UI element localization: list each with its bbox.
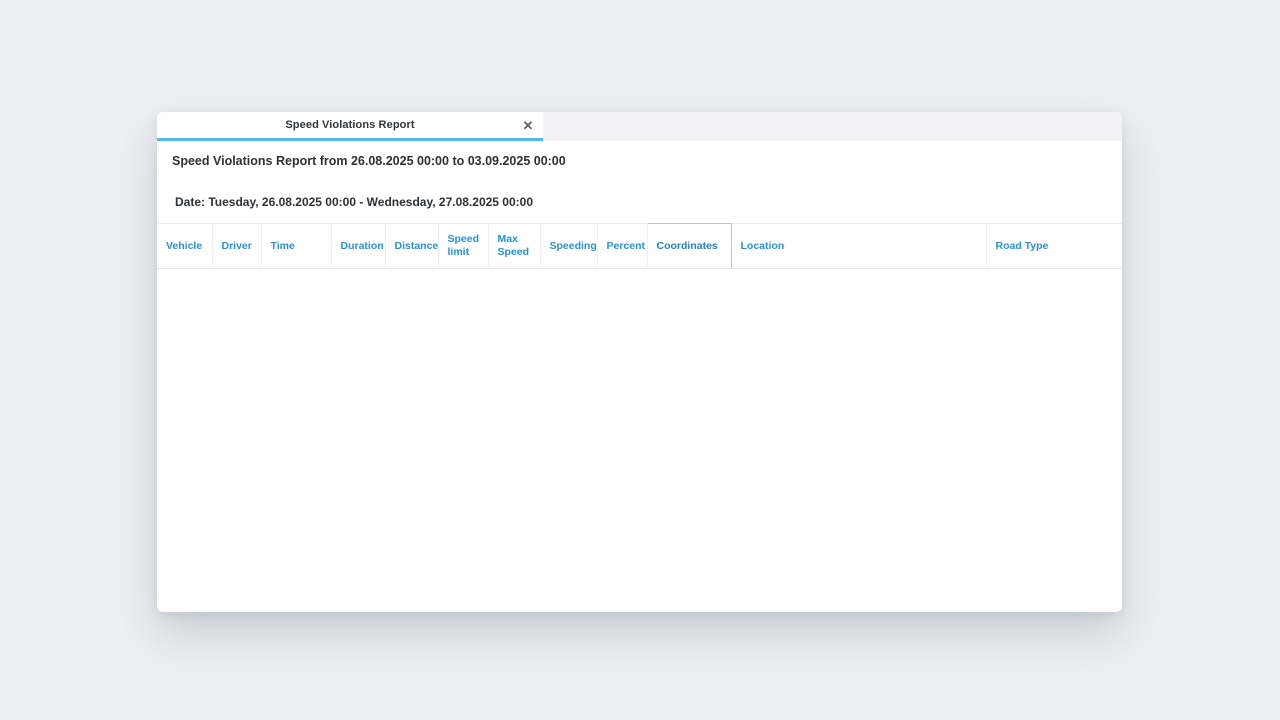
table-header-row: VehicleDriverTimeDurationDistanceSpeed l…	[157, 224, 1122, 269]
column-header-percent[interactable]: Percent	[597, 224, 647, 269]
column-header-speeding[interactable]: Speeding	[540, 224, 597, 269]
report-body: Speed Violations Report from 26.08.2025 …	[157, 141, 1122, 612]
tab-strip-empty	[543, 112, 1122, 141]
column-header-max-speed[interactable]: Max Speed	[488, 224, 540, 269]
column-header-distance[interactable]: Distance	[385, 224, 438, 269]
report-window: Speed Violations Report ✕ Speed Violatio…	[157, 112, 1122, 612]
report-date-range: Date: Tuesday, 26.08.2025 00:00 - Wednes…	[175, 195, 1122, 209]
tab-title: Speed Violations Report	[285, 119, 414, 131]
close-icon[interactable]: ✕	[520, 117, 536, 133]
column-header-time[interactable]: Time	[261, 224, 331, 269]
report-title: Speed Violations Report from 26.08.2025 …	[172, 154, 1122, 168]
column-header-driver[interactable]: Driver	[212, 224, 261, 269]
tab-speed-violations-report[interactable]: Speed Violations Report ✕	[157, 112, 543, 141]
column-header-location[interactable]: Location	[731, 224, 986, 269]
column-header-coordinates[interactable]: Coordinates	[647, 224, 731, 269]
column-header-vehicle[interactable]: Vehicle	[157, 224, 212, 269]
tab-bar: Speed Violations Report ✕	[157, 112, 1122, 141]
column-header-duration[interactable]: Duration	[331, 224, 385, 269]
violations-table: VehicleDriverTimeDurationDistanceSpeed l…	[157, 223, 1122, 269]
column-header-road-type[interactable]: Road Type	[986, 224, 1122, 269]
column-header-speed-limit[interactable]: Speed limit	[438, 224, 488, 269]
